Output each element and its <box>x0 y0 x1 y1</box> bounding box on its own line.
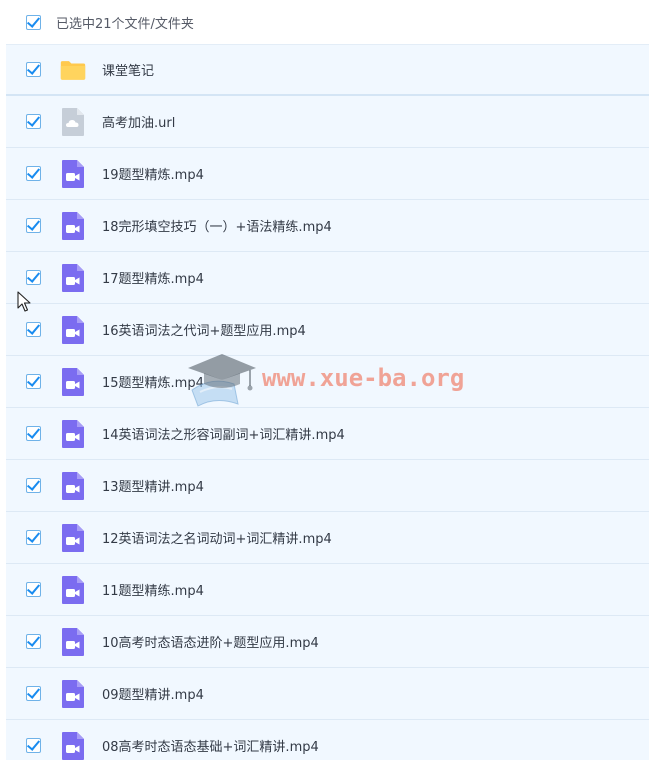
file-row[interactable]: 11题型精练.mp4 <box>6 564 649 616</box>
file-name[interactable]: 18完形填空技巧（一）+语法精练.mp4 <box>102 216 332 235</box>
file-name[interactable]: 16英语词法之代词+题型应用.mp4 <box>102 320 306 339</box>
file-name[interactable]: 13题型精讲.mp4 <box>102 476 204 495</box>
file-list: 课堂笔记高考加油.url 19题型精炼.mp4 18完形填空技巧（一）+语法精练.m… <box>6 44 649 760</box>
folder-icon <box>60 55 86 85</box>
file-name[interactable]: 14英语词法之形容词副词+词汇精讲.mp4 <box>102 424 345 443</box>
video-file-icon <box>60 315 86 345</box>
file-row[interactable]: 15题型精炼.mp4 <box>6 356 649 408</box>
file-name[interactable]: 15题型精炼.mp4 <box>102 372 204 391</box>
file-checkbox[interactable] <box>26 374 41 389</box>
video-file-icon <box>60 731 86 760</box>
video-file-icon <box>60 627 86 657</box>
file-row[interactable]: 12英语词法之名词动词+词汇精讲.mp4 <box>6 512 649 564</box>
file-row[interactable]: 14英语词法之形容词副词+词汇精讲.mp4 <box>6 408 649 460</box>
file-checkbox[interactable] <box>26 218 41 233</box>
file-checkbox[interactable] <box>26 478 41 493</box>
file-row[interactable]: 课堂笔记 <box>6 44 649 96</box>
file-row[interactable]: 09题型精讲.mp4 <box>6 668 649 720</box>
file-row[interactable]: 高考加油.url <box>6 96 649 148</box>
video-file-icon <box>60 211 86 241</box>
file-row[interactable]: 19题型精炼.mp4 <box>6 148 649 200</box>
file-checkbox[interactable] <box>26 270 41 285</box>
file-checkbox[interactable] <box>26 322 41 337</box>
url-file-icon <box>60 107 86 137</box>
file-row[interactable]: 17题型精炼.mp4 <box>6 252 649 304</box>
video-file-icon <box>60 471 86 501</box>
video-file-icon <box>60 419 86 449</box>
video-file-icon <box>60 367 86 397</box>
list-header: 已选中21个文件/文件夹 <box>6 0 649 44</box>
file-row[interactable]: 18完形填空技巧（一）+语法精练.mp4 <box>6 200 649 252</box>
file-name[interactable]: 09题型精讲.mp4 <box>102 684 204 703</box>
video-file-icon <box>60 159 86 189</box>
file-row[interactable]: 08高考时态语态基础+词汇精讲.mp4 <box>6 720 649 760</box>
video-file-icon <box>60 523 86 553</box>
file-name[interactable]: 08高考时态语态基础+词汇精讲.mp4 <box>102 736 319 755</box>
file-checkbox[interactable] <box>26 530 41 545</box>
file-checkbox[interactable] <box>26 166 41 181</box>
select-all-checkbox[interactable] <box>26 14 41 30</box>
file-checkbox[interactable] <box>26 738 41 753</box>
file-list-page: 已选中21个文件/文件夹 课堂笔记高考加油.url 19题型精炼.mp4 18完形填… <box>0 0 649 760</box>
file-row[interactable]: 10高考时态语态进阶+题型应用.mp4 <box>6 616 649 668</box>
file-checkbox[interactable] <box>26 62 41 77</box>
file-name[interactable]: 高考加油.url <box>102 112 175 131</box>
file-checkbox[interactable] <box>26 582 41 597</box>
file-name[interactable]: 10高考时态语态进阶+题型应用.mp4 <box>102 632 319 651</box>
file-checkbox[interactable] <box>26 114 41 129</box>
video-file-icon <box>60 575 86 605</box>
video-file-icon <box>60 679 86 709</box>
file-row[interactable]: 16英语词法之代词+题型应用.mp4 <box>6 304 649 356</box>
file-name[interactable]: 19题型精炼.mp4 <box>102 164 204 183</box>
file-name[interactable]: 11题型精练.mp4 <box>102 580 204 599</box>
selection-count-text: 已选中21个文件/文件夹 <box>56 16 194 32</box>
file-checkbox[interactable] <box>26 686 41 701</box>
file-checkbox[interactable] <box>26 426 41 441</box>
file-name[interactable]: 17题型精炼.mp4 <box>102 268 204 287</box>
file-name[interactable]: 课堂笔记 <box>102 60 154 79</box>
video-file-icon <box>60 263 86 293</box>
file-row[interactable]: 13题型精讲.mp4 <box>6 460 649 512</box>
file-checkbox[interactable] <box>26 634 41 649</box>
file-name[interactable]: 12英语词法之名词动词+词汇精讲.mp4 <box>102 528 332 547</box>
mouse-cursor-icon <box>17 291 31 312</box>
